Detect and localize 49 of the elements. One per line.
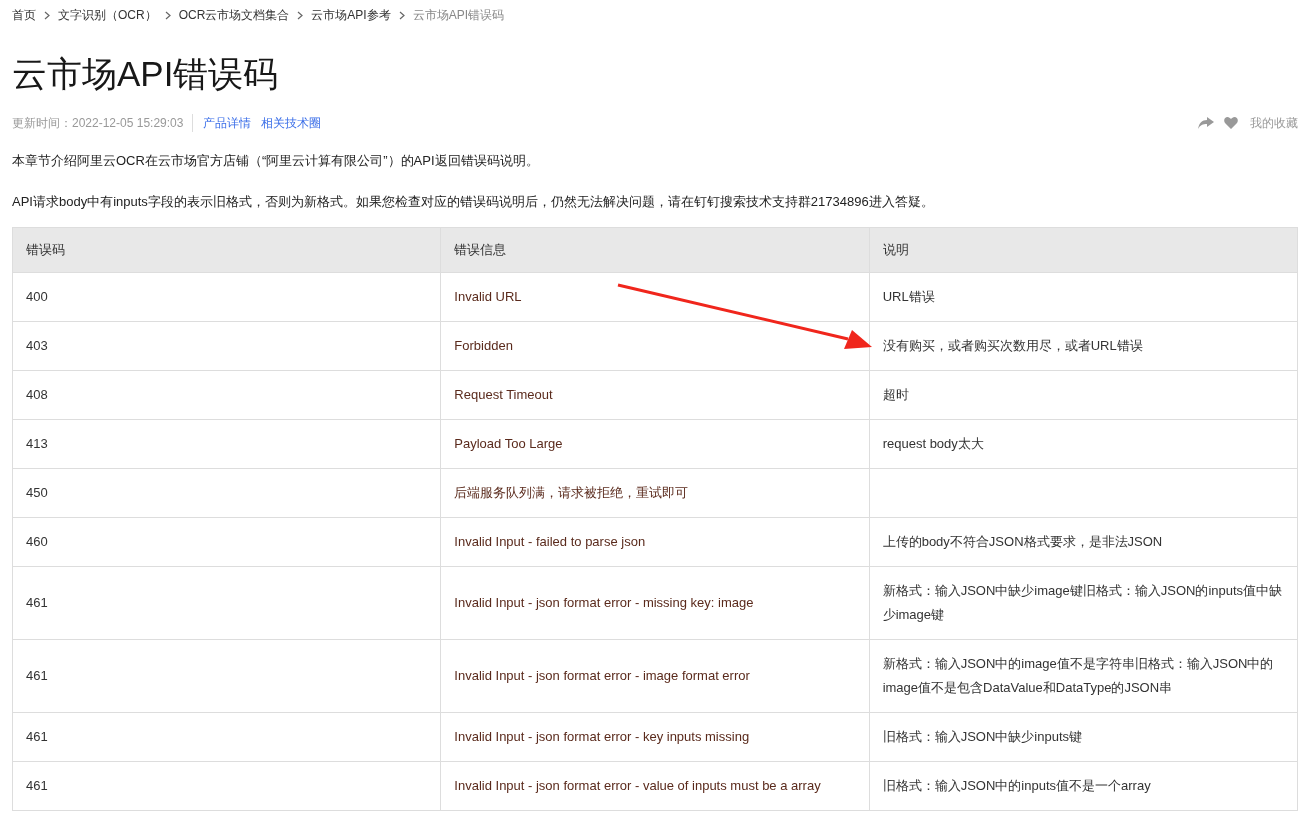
paragraph: 本章节介绍阿里云OCR在云市场官方店铺（“阿里云计算有限公司”）的API返回错误码说明。 [12,152,540,170]
table-cell: 403 [26,338,48,353]
table-cell: URL错误 [882,289,935,304]
table-cell: 461 [26,595,48,610]
table-cell: 460 [26,534,48,549]
product-link[interactable]: 产品详情 [203,114,252,132]
table-cell: 450 [26,485,48,500]
table-cell: Invalid URL [454,289,522,304]
chevron-icon [44,10,50,20]
table-cell: 没有购买，或者购买次数用尽，或者URL错误 [882,338,1143,353]
paragraph: API请求body中有inputs字段的表示旧格式，否则为新格式。如果您检查对应的错误码说明后，仍然无法解决问题，请在钉钉搜索技术支持群21734896进入答疑。 [12,193,935,211]
table-cell: 408 [26,387,48,402]
table-cell: Request Timeout [454,387,553,402]
share-icon[interactable] [1198,117,1214,129]
breadcrumb-link[interactable]: 云市场API错误码 [412,6,505,24]
table-cell: 461 [26,668,48,683]
table-cell: 461 [26,778,48,793]
chevron-icon [164,10,171,20]
table-cell: 新格式：输入JSON中的image值不是字符串旧格式：输入JSON中的image值不是包含DataValue和DataType的JSON串 [882,656,1274,695]
page-title: 云市场API错误码 [12,53,280,95]
breadcrumb-link[interactable]: 首页 [12,6,36,24]
product-link[interactable]: 相关技术圈 [261,114,322,132]
column-header: 错误码 [26,242,65,258]
column-header: 说明 [882,242,909,258]
table-cell: 461 [26,729,48,744]
table-cell: request body太大 [882,436,984,451]
table-cell: 上传的body不符合JSON格式要求，是非法JSON [882,534,1163,549]
breadcrumb-link[interactable]: 云市场API参考 [311,6,391,24]
table-cell: 后端服务队列满，请求被拒绝，重试即可 [454,485,689,500]
table-cell: 400 [26,289,48,304]
table-cell: Invalid Input - json format error - value of inputs must be a array [454,778,821,793]
table-cell: Invalid Input - json format error - missing key: image [454,595,754,610]
updated-time: 更新时间：2022-12-05 15:29:03 [12,114,194,132]
table-cell: Invalid Input - json format error - image format error [454,668,750,683]
chevron-icon [398,10,405,20]
breadcrumb-link[interactable]: OCR云市场文档集合 [178,6,290,24]
table-cell: 超时 [882,387,909,402]
table-cell: 旧格式：输入JSON中缺少inputs键 [882,729,1083,744]
breadcrumb-link[interactable]: 文字识别（OCR） [58,6,157,24]
table-cell: 413 [26,436,48,451]
table-cell: Forbidden [454,338,513,353]
table-cell: 新格式：输入JSON中缺少image键旧格式：输入JSON的inputs值中缺少image键 [882,583,1283,622]
chevron-icon [297,10,304,20]
table-cell: Invalid Input - json format error - key inputs missing [454,729,750,744]
table-cell: Invalid Input - failed to parse json [454,534,646,549]
table-cell: Payload Too Large [454,436,563,451]
table-cell: 旧格式：输入JSON中的inputs值不是一个array [882,778,1151,793]
heart-icon[interactable] [1224,117,1238,129]
column-header: 错误信息 [454,242,507,258]
